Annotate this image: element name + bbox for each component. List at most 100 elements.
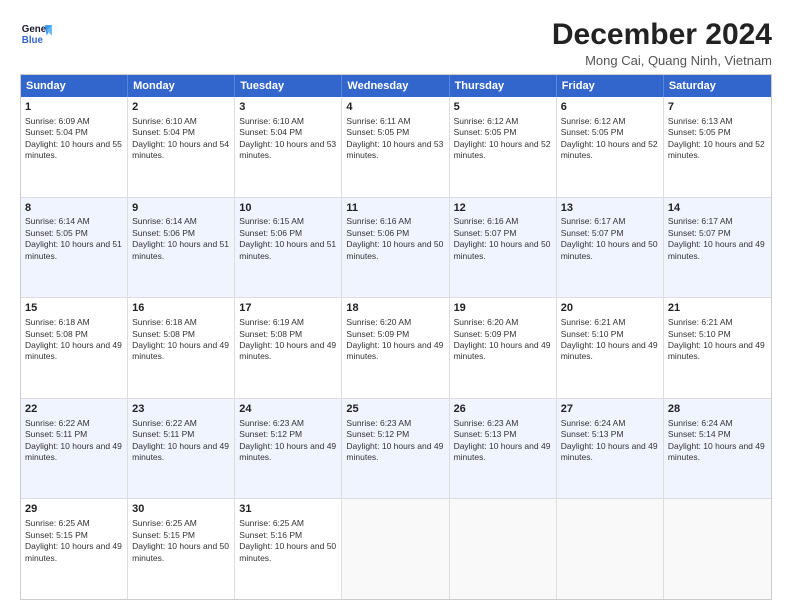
sunset-text: Sunset: 5:06 PM [132,228,195,238]
day-number: 30 [132,502,230,517]
sunset-text: Sunset: 5:05 PM [454,127,517,137]
sunset-text: Sunset: 5:05 PM [346,127,409,137]
sunset-text: Sunset: 5:05 PM [668,127,731,137]
calendar-cell [664,499,771,599]
sunrise-text: Sunrise: 6:23 AM [346,418,411,428]
daylight-text: Daylight: 10 hours and 49 minutes. [132,441,229,462]
day-number: 29 [25,502,123,517]
daylight-text: Daylight: 10 hours and 50 minutes. [239,541,336,562]
daylight-text: Daylight: 10 hours and 52 minutes. [561,139,658,160]
day-number: 7 [668,100,767,115]
calendar-cell: 7Sunrise: 6:13 AMSunset: 5:05 PMDaylight… [664,97,771,197]
calendar-cell: 5Sunrise: 6:12 AMSunset: 5:05 PMDaylight… [450,97,557,197]
daylight-text: Daylight: 10 hours and 51 minutes. [239,239,336,260]
daylight-text: Daylight: 10 hours and 49 minutes. [346,340,443,361]
daylight-text: Daylight: 10 hours and 49 minutes. [561,340,658,361]
day-number: 4 [346,100,444,115]
sunrise-text: Sunrise: 6:15 AM [239,216,304,226]
calendar-cell: 4Sunrise: 6:11 AMSunset: 5:05 PMDaylight… [342,97,449,197]
daylight-text: Daylight: 10 hours and 50 minutes. [561,239,658,260]
daylight-text: Daylight: 10 hours and 49 minutes. [561,441,658,462]
header-thursday: Thursday [450,75,557,97]
day-number: 16 [132,301,230,316]
day-number: 31 [239,502,337,517]
calendar-cell: 16Sunrise: 6:18 AMSunset: 5:08 PMDayligh… [128,298,235,398]
sunset-text: Sunset: 5:05 PM [561,127,624,137]
daylight-text: Daylight: 10 hours and 49 minutes. [668,239,765,260]
calendar-cell: 25Sunrise: 6:23 AMSunset: 5:12 PMDayligh… [342,399,449,499]
calendar-week-4: 22Sunrise: 6:22 AM Sunset: 5:11 PM Dayligh… [21,398,771,499]
calendar-cell: 22Sunrise: 6:22 AMSunset: 5:11 PMDayligh… [21,399,128,499]
calendar-cell: 15Sunrise: 6:18 AMSunset: 5:08 PMDayligh… [21,298,128,398]
sunset-text: Sunset: 5:12 PM [346,429,409,439]
daylight-text: Daylight: 10 hours and 55 minutes. [25,139,122,160]
sunrise-text: Sunrise: 6:18 AM [132,317,197,327]
sunset-text: Sunset: 5:10 PM [668,329,731,339]
calendar-week-1: 1Sunrise: 6:09 AMSunset: 5:04 PMDaylight… [21,97,771,197]
sunset-text: Sunset: 5:12 PM [239,429,302,439]
day-number: 12 [454,201,552,216]
calendar-cell: 6Sunrise: 6:12 AMSunset: 5:05 PMDaylight… [557,97,664,197]
sunset-text: Sunset: 5:08 PM [132,329,195,339]
svg-text:Blue: Blue [22,35,44,46]
daylight-text: Daylight: 10 hours and 49 minutes. [239,340,336,361]
day-number: 8 [25,201,123,216]
sunset-text: Sunset: 5:09 PM [346,329,409,339]
sunset-text: Sunset: 5:04 PM [132,127,195,137]
day-number: 3 [239,100,337,115]
day-number: 20 [561,301,659,316]
header-friday: Friday [557,75,664,97]
calendar-cell: 18Sunrise: 6:20 AMSunset: 5:09 PMDayligh… [342,298,449,398]
calendar-cell: 12Sunrise: 6:16 AMSunset: 5:07 PMDayligh… [450,198,557,298]
sunset-text: Sunset: 5:04 PM [239,127,302,137]
daylight-text: Daylight: 10 hours and 50 minutes. [346,239,443,260]
daylight-text: Daylight: 10 hours and 52 minutes. [668,139,765,160]
sunrise-text: Sunrise: 6:12 AM [561,116,626,126]
page: General Blue December 2024 Mong Cai, Qua… [0,0,792,612]
sunrise-text: Sunrise: 6:23 AM [239,418,304,428]
day-number: 24 [239,402,337,417]
header-wednesday: Wednesday [342,75,449,97]
sunset-text: Sunset: 5:07 PM [668,228,731,238]
day-number: 25 [346,402,444,417]
day-number: 15 [25,301,123,316]
day-number: 21 [668,301,767,316]
calendar-header: Sunday Monday Tuesday Wednesday Thursday… [21,75,771,97]
sunrise-text: Sunrise: 6:18 AM [25,317,90,327]
sunrise-text: Sunrise: 6:21 AM [668,317,733,327]
calendar-cell: 24Sunrise: 6:23 AMSunset: 5:12 PMDayligh… [235,399,342,499]
day-number: 28 [668,402,767,417]
sunset-text: Sunset: 5:15 PM [25,530,88,540]
sunrise-text: Sunrise: 6:24 AM [561,418,626,428]
calendar: Sunday Monday Tuesday Wednesday Thursday… [20,74,772,600]
sunset-text: Sunset: 5:13 PM [561,429,624,439]
sunrise-text: Sunrise: 6:25 AM [239,518,304,528]
sunset-text: Sunset: 5:13 PM [454,429,517,439]
calendar-cell: 14Sunrise: 6:17 AMSunset: 5:07 PMDayligh… [664,198,771,298]
logo: General Blue [20,18,52,50]
day-number: 1 [25,100,123,115]
day-number: 11 [346,201,444,216]
sunset-text: Sunset: 5:11 PM [132,429,194,439]
day-number: 18 [346,301,444,316]
day-number: 14 [668,201,767,216]
sunset-text: Sunset: 5:16 PM [239,530,302,540]
header-sunday: Sunday [21,75,128,97]
sunrise-text: Sunrise: 6:10 AM [239,116,304,126]
daylight-text: Daylight: 10 hours and 49 minutes. [454,441,551,462]
calendar-week-2: 8Sunrise: 6:14 AMSunset: 5:05 PMDaylight… [21,197,771,298]
sunset-text: Sunset: 5:08 PM [25,329,88,339]
calendar-cell: 27Sunrise: 6:24 AMSunset: 5:13 PMDayligh… [557,399,664,499]
sunset-text: Sunset: 5:05 PM [25,228,88,238]
sunrise-text: Sunrise: 6:17 AM [561,216,626,226]
sunset-text: Sunset: 5:04 PM [25,127,88,137]
calendar-cell: 26Sunrise: 6:23 AMSunset: 5:13 PMDayligh… [450,399,557,499]
calendar-cell [557,499,664,599]
sunrise-text: Sunrise: 6:12 AM [454,116,519,126]
sunrise-text: Sunrise: 6:22 AM [25,418,90,428]
sunset-text: Sunset: 5:06 PM [239,228,302,238]
calendar-cell: 3Sunrise: 6:10 AMSunset: 5:04 PMDaylight… [235,97,342,197]
daylight-text: Daylight: 10 hours and 53 minutes. [346,139,443,160]
daylight-text: Daylight: 10 hours and 52 minutes. [454,139,551,160]
day-number: 22 [25,402,123,417]
